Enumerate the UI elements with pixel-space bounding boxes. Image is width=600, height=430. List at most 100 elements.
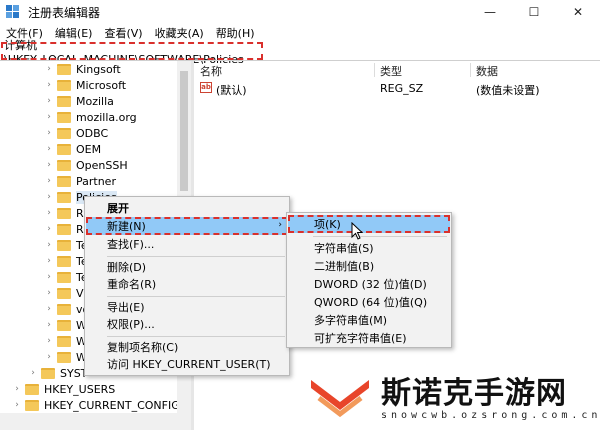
folder-icon [57, 255, 71, 267]
watermark-text: 斯诺克手游网 [381, 376, 567, 411]
tree-item[interactable]: › Mozilla [44, 93, 114, 109]
folder-icon [57, 303, 71, 315]
folder-icon [57, 127, 71, 139]
tree-item[interactable]: › vo [44, 301, 89, 317]
tree-item[interactable]: › ODBC [44, 125, 108, 141]
close-button[interactable]: ✕ [556, 0, 600, 24]
folder-icon [57, 63, 71, 75]
folder-icon [25, 383, 39, 395]
context-menu-permissions[interactable]: 权限(P)... [85, 315, 289, 333]
column-header-type[interactable]: 类型 [380, 63, 402, 79]
chevron-right-icon[interactable]: › [44, 288, 54, 298]
folder-icon [57, 335, 71, 347]
menu-separator [107, 336, 285, 337]
context-menu-export[interactable]: 导出(E) [85, 298, 289, 316]
chevron-right-icon[interactable]: › [44, 144, 54, 154]
scroll-thumb[interactable] [180, 71, 188, 191]
chevron-right-icon[interactable]: › [44, 208, 54, 218]
chevron-right-icon[interactable]: › [44, 192, 54, 202]
submenu-new-key[interactable]: 项(K) [288, 215, 450, 233]
column-header-data[interactable]: 数据 [476, 63, 498, 79]
folder-icon [57, 287, 71, 299]
tree-item[interactable]: › W [44, 349, 87, 365]
minimize-button[interactable]: — [468, 0, 512, 24]
chevron-right-icon[interactable]: › [12, 400, 22, 410]
tree-item-hkey-users[interactable]: › HKEY_USERS [12, 381, 115, 397]
chevron-right-icon[interactable]: › [44, 96, 54, 106]
table-row[interactable]: ab (默认) REG_SZ (数值未设置) [194, 80, 600, 97]
tree-item[interactable]: › R [44, 205, 83, 221]
menu-separator [107, 296, 285, 297]
chevron-right-icon[interactable]: › [44, 256, 54, 266]
maximize-button[interactable]: ☐ [512, 0, 556, 24]
submenu-multi-string-value[interactable]: 多字符串值(M) [287, 311, 451, 329]
column-header-name[interactable]: 名称 [200, 63, 222, 79]
chevron-right-icon[interactable]: › [44, 352, 54, 362]
folder-icon [57, 95, 71, 107]
tree-item[interactable]: › Microsoft [44, 77, 126, 93]
folder-icon [57, 175, 71, 187]
tree-item[interactable]: › Te [44, 269, 87, 285]
chevron-right-icon[interactable]: › [12, 384, 22, 394]
registry-editor-app-icon [6, 5, 20, 19]
chevron-right-icon[interactable]: › [44, 160, 54, 170]
tree-item-hkey-current-config[interactable]: › HKEY_CURRENT_CONFIG [12, 397, 180, 413]
folder-icon [57, 271, 71, 283]
chevron-right-icon[interactable]: › [44, 240, 54, 250]
chevron-right-icon[interactable]: › [44, 64, 54, 74]
context-menu: 展开 新建(N) › 查找(F)... 删除(D) 重命名(R) 导出(E) 权… [84, 196, 290, 376]
watermark: 斯诺克手游网 snowcwb.ozsrong.com.cn [305, 366, 597, 430]
chevron-right-icon[interactable]: › [28, 368, 38, 378]
tree-item[interactable]: › W [44, 333, 87, 349]
tree-item[interactable]: › Te [44, 237, 87, 253]
chevron-right-icon[interactable]: › [44, 80, 54, 90]
chevron-right-icon[interactable]: › [44, 320, 54, 330]
chevron-right-icon[interactable]: › [44, 336, 54, 346]
address-bar[interactable]: 计算机\HKEY_LOCAL_MACHINE\SOFTWARE\Policies [1, 39, 263, 66]
chevron-right-icon[interactable]: › [44, 176, 54, 186]
tree-item[interactable]: › Partner [44, 173, 116, 189]
title-bar: 注册表编辑器 — ☐ ✕ [0, 0, 600, 24]
value-name: (默认) [216, 84, 247, 97]
chevron-right-icon[interactable]: › [44, 224, 54, 234]
folder-icon [57, 351, 71, 363]
submenu-expandable-string-value[interactable]: 可扩充字符串值(E) [287, 329, 451, 347]
folder-icon [57, 207, 71, 219]
folder-icon [57, 223, 71, 235]
tree-item[interactable]: › mozilla.org [44, 109, 136, 125]
context-menu-rename[interactable]: 重命名(R) [85, 275, 289, 293]
menu-separator [107, 256, 285, 257]
submenu-string-value[interactable]: 字符串值(S) [287, 239, 451, 257]
chevron-right-icon[interactable]: › [44, 112, 54, 122]
tree-item[interactable]: › V [44, 285, 83, 301]
tree-item[interactable]: › OpenSSH [44, 157, 127, 173]
window-title: 注册表编辑器 [28, 5, 101, 20]
tree-item[interactable]: › OEM [44, 141, 101, 157]
tree-item[interactable]: › R [44, 221, 83, 237]
string-value-icon: ab [200, 82, 212, 93]
chevron-right-icon[interactable]: › [44, 304, 54, 314]
submenu-qword-value[interactable]: QWORD (64 位)值(Q) [287, 293, 451, 311]
tree-item[interactable]: › SYST [28, 365, 87, 381]
context-menu-expand[interactable]: 展开 [85, 199, 289, 217]
new-submenu: 项(K) 字符串值(S) 二进制值(B) DWORD (32 位)值(D) QW… [286, 212, 452, 348]
folder-icon [57, 159, 71, 171]
tree-item[interactable]: › Te [44, 253, 87, 269]
folder-icon [41, 367, 55, 379]
value-data: (数值未设置) [476, 84, 540, 97]
tree-item[interactable]: › W [44, 317, 87, 333]
submenu-binary-value[interactable]: 二进制值(B) [287, 257, 451, 275]
tree-item[interactable]: › Kingsoft [44, 61, 121, 77]
tree-horizontal-scrollbar[interactable] [0, 413, 191, 430]
context-menu-delete[interactable]: 删除(D) [85, 258, 289, 276]
chevron-right-icon[interactable]: › [44, 272, 54, 282]
submenu-dword-value[interactable]: DWORD (32 位)值(D) [287, 275, 451, 293]
context-menu-find[interactable]: 查找(F)... [85, 235, 289, 253]
context-menu-copy-key-name[interactable]: 复制项名称(C) [85, 338, 289, 356]
context-menu-new[interactable]: 新建(N) › [86, 217, 288, 235]
context-menu-go-to-hkcu[interactable]: 访问 HKEY_CURRENT_USER(T) [85, 355, 289, 373]
chevron-right-icon[interactable]: › [44, 128, 54, 138]
chevron-right-icon: › [278, 220, 282, 230]
mouse-cursor-icon [351, 222, 363, 240]
watermark-logo-icon [311, 380, 369, 418]
